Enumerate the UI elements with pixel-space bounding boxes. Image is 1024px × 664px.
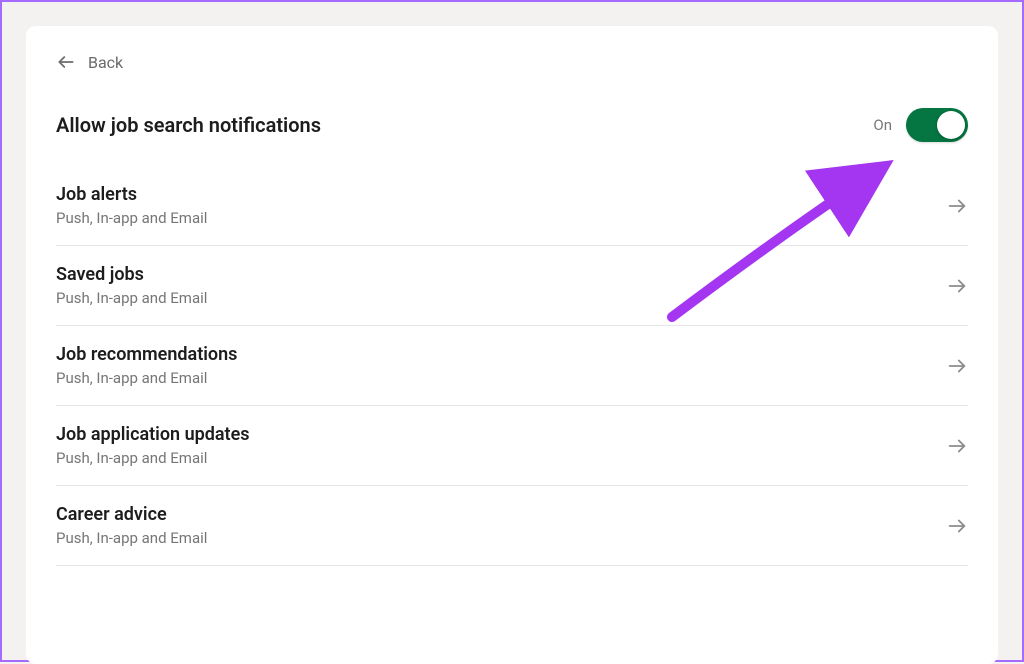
allow-notifications-row: Allow job search notifications On (26, 108, 998, 178)
item-subtitle: Push, In-app and Email (56, 289, 207, 307)
chevron-right-icon (946, 515, 968, 537)
item-text: Saved jobs Push, In-app and Email (56, 264, 207, 307)
item-title: Career advice (56, 504, 207, 525)
settings-card: Back Allow job search notifications On J… (26, 26, 998, 664)
toggle-status-label: On (873, 116, 892, 134)
item-title: Job recommendations (56, 344, 237, 365)
list-item-job-recommendations[interactable]: Job recommendations Push, In-app and Ema… (56, 326, 968, 406)
chevron-right-icon (946, 355, 968, 377)
item-text: Job alerts Push, In-app and Email (56, 184, 207, 227)
item-title: Saved jobs (56, 264, 207, 285)
arrow-left-icon (56, 52, 76, 72)
toggle-group: On (873, 108, 968, 142)
settings-list: Job alerts Push, In-app and Email Saved … (26, 178, 998, 566)
back-label: Back (88, 53, 123, 72)
chevron-right-icon (946, 435, 968, 457)
item-text: Job recommendations Push, In-app and Ema… (56, 344, 237, 387)
allow-notifications-title: Allow job search notifications (56, 113, 321, 137)
chevron-right-icon (946, 195, 968, 217)
item-title: Job application updates (56, 424, 250, 445)
list-item-career-advice[interactable]: Career advice Push, In-app and Email (56, 486, 968, 566)
list-item-job-application-updates[interactable]: Job application updates Push, In-app and… (56, 406, 968, 486)
list-item-job-alerts[interactable]: Job alerts Push, In-app and Email (56, 178, 968, 246)
back-button[interactable]: Back (26, 52, 153, 108)
item-subtitle: Push, In-app and Email (56, 369, 237, 387)
toggle-knob (937, 111, 965, 139)
item-subtitle: Push, In-app and Email (56, 209, 207, 227)
item-title: Job alerts (56, 184, 207, 205)
item-text: Job application updates Push, In-app and… (56, 424, 250, 467)
list-item-saved-jobs[interactable]: Saved jobs Push, In-app and Email (56, 246, 968, 326)
item-subtitle: Push, In-app and Email (56, 449, 250, 467)
chevron-right-icon (946, 275, 968, 297)
item-subtitle: Push, In-app and Email (56, 529, 207, 547)
allow-notifications-toggle[interactable] (906, 108, 968, 142)
item-text: Career advice Push, In-app and Email (56, 504, 207, 547)
